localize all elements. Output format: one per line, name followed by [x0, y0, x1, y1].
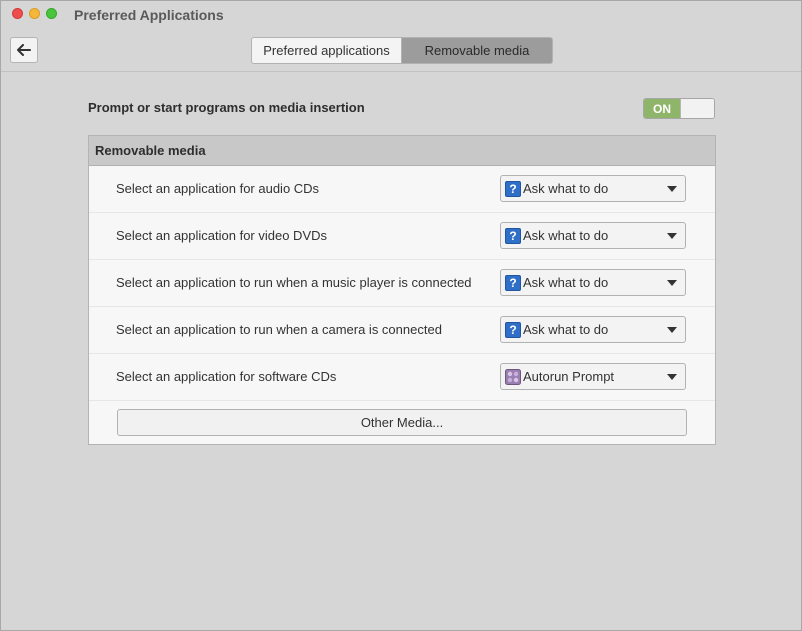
music-player-app-select[interactable]: ? Ask what to do — [500, 269, 686, 296]
chevron-down-icon — [667, 327, 677, 333]
prompt-setting-label: Prompt or start programs on media insert… — [88, 100, 365, 115]
tab-removable-media[interactable]: Removable media — [402, 37, 553, 64]
setting-row-video-dvds: Select an application for video DVDs ? A… — [89, 213, 715, 260]
close-window-button[interactable] — [12, 8, 23, 19]
chevron-down-icon — [667, 280, 677, 286]
row-label: Select an application to run when a musi… — [116, 275, 472, 290]
setting-row-camera: Select an application to run when a came… — [89, 307, 715, 354]
software-cd-app-select[interactable]: Autorun Prompt — [500, 363, 686, 390]
row-label: Select an application for video DVDs — [116, 228, 328, 243]
question-icon: ? — [505, 275, 521, 291]
select-value: Ask what to do — [523, 275, 609, 290]
autorun-icon — [505, 369, 521, 385]
prompt-toggle-switch[interactable]: ON — [643, 98, 715, 119]
back-button[interactable] — [10, 37, 38, 63]
setting-row-music-player: Select an application to run when a musi… — [89, 260, 715, 307]
tab-preferred-applications[interactable]: Preferred applications — [251, 37, 402, 64]
select-value: Ask what to do — [523, 322, 609, 337]
titlebar: Preferred Applications — [1, 1, 801, 31]
minimize-window-button[interactable] — [29, 8, 40, 19]
tab-bar: Preferred applications Removable media — [251, 37, 553, 64]
window-title: Preferred Applications — [74, 7, 224, 23]
select-value: Ask what to do — [523, 228, 609, 243]
toggle-knob[interactable] — [680, 99, 714, 118]
question-icon: ? — [505, 228, 521, 244]
row-label: Select an application to run when a came… — [116, 322, 442, 337]
select-value: Autorun Prompt — [523, 369, 615, 384]
maximize-window-button[interactable] — [46, 8, 57, 19]
setting-row-audio-cds: Select an application for audio CDs ? As… — [89, 166, 715, 213]
other-media-button[interactable]: Other Media... — [117, 409, 687, 436]
header-divider — [1, 71, 801, 72]
row-label: Select an application for software CDs — [116, 369, 337, 384]
audio-cd-app-select[interactable]: ? Ask what to do — [500, 175, 686, 202]
removable-media-panel: Removable media Select an application fo… — [88, 135, 716, 445]
question-icon: ? — [505, 322, 521, 338]
app-window: Preferred Applications Preferred applica… — [0, 0, 802, 631]
arrow-left-icon — [17, 44, 31, 56]
toggle-on-label: ON — [644, 99, 680, 118]
row-label: Select an application for audio CDs — [116, 181, 320, 196]
camera-app-select[interactable]: ? Ask what to do — [500, 316, 686, 343]
chevron-down-icon — [667, 374, 677, 380]
panel-header: Removable media — [89, 136, 715, 166]
chevron-down-icon — [667, 186, 677, 192]
setting-row-software-cds: Select an application for software CDs A… — [89, 354, 715, 401]
chevron-down-icon — [667, 233, 677, 239]
question-icon: ? — [505, 181, 521, 197]
video-dvd-app-select[interactable]: ? Ask what to do — [500, 222, 686, 249]
select-value: Ask what to do — [523, 181, 609, 196]
